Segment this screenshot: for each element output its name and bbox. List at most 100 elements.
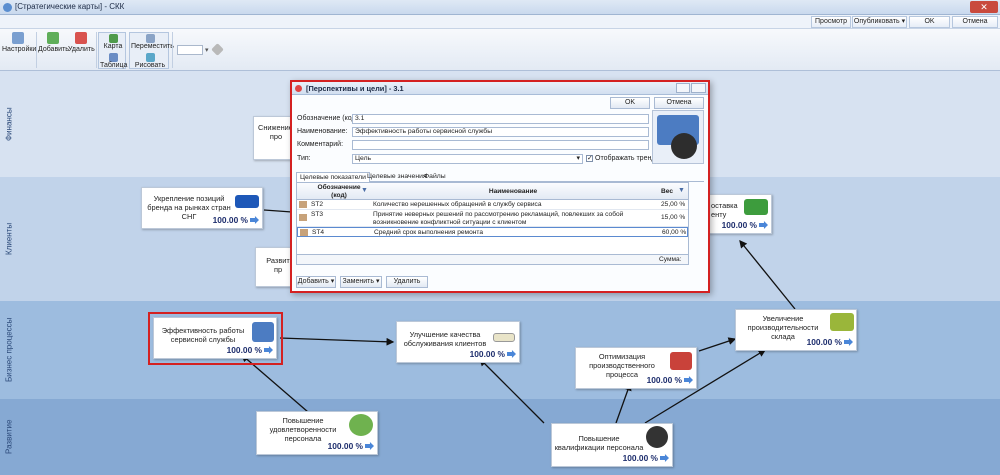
node-warehouse[interactable]: Увеличение производительности склада 100… (735, 309, 857, 351)
name-field[interactable]: Эффективность работы сервисной службы (352, 127, 649, 137)
node-staff-qualification[interactable]: Повышение квалификации персонала 100.00 … (551, 423, 673, 467)
grid-add-button[interactable]: Добавить ▾ (296, 276, 336, 288)
chevron-down-icon[interactable]: ▾ (205, 46, 209, 54)
objective-image (652, 110, 704, 164)
publish-label: Опубликовать (853, 18, 900, 25)
traffic-light-icon (493, 333, 515, 342)
close-window-button[interactable]: ✕ (970, 1, 998, 13)
node-cost-reduction[interactable]: Снижение з про (253, 116, 298, 160)
node-value: 100.00 % (721, 220, 757, 230)
flag-icon (235, 195, 259, 208)
row-name: Количество нерешенных обращений в службу… (373, 201, 542, 208)
map-label: Карта (103, 43, 123, 50)
dialog-ok-button[interactable]: OK (610, 97, 650, 109)
delete-icon (75, 32, 87, 44)
column-header-name[interactable]: Наименование (373, 188, 653, 196)
node-optimization[interactable]: Оптимизация производственного процесса 1… (575, 347, 697, 389)
table-icon (108, 53, 118, 62)
move-button[interactable]: Переместить (131, 34, 174, 50)
preview-button[interactable]: Просмотр (811, 16, 851, 28)
node-title: Повышение удовлетворенности персонала (269, 416, 337, 443)
dialog-title: [Перспективы и цели] - 3.1 (306, 84, 404, 93)
column-header-code[interactable]: Обозначение (код) (311, 184, 367, 199)
type-label: Тип: (297, 155, 311, 162)
show-trend-label: Отображать тренд (595, 155, 656, 162)
chevron-down-icon: ▾ (576, 155, 580, 162)
arrow-right-icon (660, 454, 669, 462)
map-view-button[interactable]: Карта (100, 34, 126, 50)
chevron-down-icon: ▾ (901, 18, 906, 25)
grid-header: Обозначение (код) ▼ Наименование Вес ▼ (297, 183, 688, 200)
dialog-title-bar: [Перспективы и цели] - 3.1 (292, 82, 708, 95)
tab-target-indicators[interactable]: Целевые показатели (296, 172, 370, 182)
close-icon[interactable] (691, 83, 706, 93)
tab-target-values[interactable]: Целевые значения (364, 172, 430, 182)
code-field[interactable]: 3.1 (352, 114, 649, 124)
node-staff-satisfaction[interactable]: Повышение удовлетворенности персонала 10… (256, 411, 378, 455)
arrow-right-icon (365, 442, 374, 450)
row-name: Средний срок выполнения ремонта (374, 229, 483, 236)
minimize-icon[interactable] (676, 83, 690, 93)
row-weight: 60,00 % (662, 229, 687, 236)
settings-button[interactable]: Настройки (2, 32, 37, 53)
top-action-bar: Просмотр Опубликовать ▾ OK Отмена (0, 15, 1000, 29)
indicator-icon (299, 214, 307, 221)
node-brand[interactable]: Укрепление позиций бренда на рынках стра… (141, 187, 263, 229)
node-service-quality[interactable]: Улучшение качества обслуживания клиентов… (396, 321, 520, 363)
dialog-window-buttons[interactable] (676, 83, 706, 93)
grid-delete-button[interactable]: Удалить (386, 276, 428, 288)
row-name: Принятие неверных решений по рассмотрени… (373, 211, 624, 226)
indicators-grid: Обозначение (код) ▼ Наименование Вес ▼ S… (296, 182, 689, 265)
dialog-cancel-button[interactable]: Отмена (654, 97, 704, 109)
grid-replace-button[interactable]: Заменить ▾ (340, 276, 382, 288)
node-value: 100.00 % (622, 453, 658, 463)
type-value: Цель (355, 155, 372, 162)
perspectives-dialog: [Перспективы и цели] - 3.1 OK Отмена Обо… (290, 80, 710, 293)
filter-icon[interactable]: ▼ (678, 187, 685, 194)
cancel-button[interactable]: Отмена (952, 16, 998, 28)
delete-button[interactable]: Удалить (68, 32, 95, 53)
type-select[interactable]: Цель ▾ (352, 154, 583, 164)
settings-label: Настройки (2, 46, 37, 53)
indicator-icon (299, 201, 307, 208)
grid-footer: Сумма: (297, 254, 688, 264)
grid-replace-label: Заменить (342, 278, 374, 285)
settings-icon (12, 32, 24, 44)
add-button[interactable]: Добавить (38, 32, 69, 53)
node-title: Снижение з про (258, 123, 298, 141)
show-trend-checkbox[interactable]: ✓ (586, 155, 593, 162)
app-icon (3, 3, 12, 12)
table-row[interactable]: ST3 Принятие неверных решений по рассмот… (297, 210, 688, 227)
row-weight: 15,00 % (661, 214, 686, 221)
connector-arrow (479, 358, 545, 424)
node-value: 100.00 % (469, 349, 505, 359)
table-label: Таблица (100, 62, 128, 69)
table-view-button[interactable]: Таблица (100, 53, 128, 69)
mode-toggle-group: Переместить Рисовать (129, 32, 174, 69)
indicator-icon (300, 229, 308, 236)
publish-button[interactable]: Опубликовать ▾ (852, 16, 907, 28)
cursor-icon (145, 34, 155, 43)
window-title: [Стратегические карты] - СКК (15, 2, 125, 11)
code-label: Обозначение (код): (297, 115, 360, 122)
ribbon-separator (172, 32, 173, 68)
color-picker[interactable] (177, 45, 203, 55)
table-row[interactable]: ST2 Количество нерешенных обращений в сл… (297, 200, 688, 210)
connector-arrow (739, 239, 796, 310)
map-icon (108, 34, 118, 43)
sum-label: Сумма: (659, 256, 682, 263)
table-row[interactable]: ST4 Средний срок выполнения ремонта 60,0… (297, 227, 688, 237)
delete-label: Удалить (68, 46, 95, 53)
node-develop[interactable]: Развит пр (255, 247, 295, 287)
dialog-tabs: Целевые показатели Целевые значения Файл… (296, 172, 704, 182)
column-header-weight[interactable]: Вес (661, 188, 677, 196)
tab-files[interactable]: Файлы (421, 172, 449, 182)
gear-icon (671, 133, 697, 159)
ok-button[interactable]: OK (909, 16, 950, 28)
node-delivery[interactable]: оставка енту 100.00 % (708, 194, 772, 234)
comment-field[interactable] (352, 140, 649, 150)
node-title: Улучшение качества обслуживания клиентов (403, 330, 487, 348)
filter-icon[interactable]: ▼ (361, 187, 368, 194)
row-weight: 25,00 % (661, 201, 686, 208)
draw-button[interactable]: Рисовать (131, 53, 169, 69)
